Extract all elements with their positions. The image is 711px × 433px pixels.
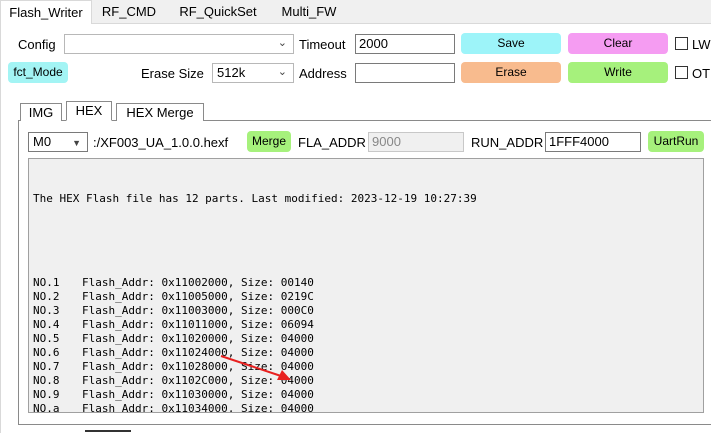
tab-flash-writer[interactable]: Flash_Writer	[0, 0, 92, 25]
erase-size-select[interactable]: 512k ⌄	[212, 63, 294, 83]
part-size: 000C0	[280, 304, 314, 317]
log-part-list: NO.1 Flash_Addr: 0x11002000, Size: 00140 N…	[33, 276, 699, 413]
tab-hex-merge[interactable]: HEX Merge	[116, 103, 204, 121]
log-part-row: NO.6 Flash_Addr: 0x11024000, Size: 04000	[33, 346, 314, 359]
status-bar-indicator	[85, 430, 131, 432]
part-number: NO.6	[33, 346, 60, 359]
otp-checkbox[interactable]	[675, 66, 688, 79]
part-size: 04000	[280, 388, 314, 401]
timeout-input[interactable]: 2000	[355, 34, 455, 54]
write-button[interactable]: Write	[568, 62, 668, 83]
part-size: 04000	[280, 402, 314, 413]
fla-addr-input[interactable]: 9000	[368, 132, 464, 152]
top-tab-bar: Flash_Writer RF_CMD RF_QuickSet Multi_FW	[0, 0, 711, 25]
erase-size-value: 512k	[217, 65, 246, 80]
log-part-row: NO.1 Flash_Addr: 0x11002000, Size: 00140	[33, 276, 314, 289]
log-part-row: NO.7Flash_Addr: 0x11028000, Size: 04000	[33, 360, 314, 373]
part-address: 0x11034000	[161, 402, 228, 413]
part-number: NO.8	[33, 374, 60, 387]
part-number: NO.a	[33, 402, 60, 413]
part-size: 0219C	[280, 290, 314, 303]
otp-label: OTP	[692, 66, 711, 81]
fla-addr-label: FLA_ADDR	[298, 135, 366, 150]
merge-button[interactable]: Merge	[247, 131, 291, 152]
log-part-row: NO.a Flash_Addr: 0x11034000, Size: 04000	[33, 402, 699, 413]
log-part-row: NO.3 Flash_Addr: 0x11003000, Size: 000C0	[33, 304, 314, 317]
part-number: NO.1	[33, 276, 60, 289]
part-size: 04000	[280, 332, 314, 345]
log-part-row: NO.2 Flash_Addr: 0x11005000, Size: 0219C	[33, 290, 314, 303]
part-address: 0x11005000	[161, 290, 228, 303]
log-part-row: NO.5 Flash_Addr: 0x11020000, Size: 04000	[33, 332, 314, 345]
erase-button[interactable]: Erase	[461, 62, 561, 83]
tab-rf-cmd[interactable]: RF_CMD	[93, 0, 165, 24]
tab-hex[interactable]: HEX	[66, 101, 112, 121]
log-part-row: NO.9 Flash_Addr: 0x11030000, Size: 04000	[33, 388, 314, 401]
fct-mode-button[interactable]: fct_Mode	[8, 62, 68, 83]
part-number: NO.9	[33, 388, 60, 401]
part-number: NO.2	[33, 290, 60, 303]
erase-size-label: Erase Size	[141, 66, 204, 81]
part-number: NO.5	[33, 332, 60, 345]
save-button[interactable]: Save	[461, 33, 561, 54]
address-input[interactable]	[355, 63, 455, 83]
timeout-label: Timeout	[299, 37, 346, 52]
slot-value: M0	[33, 134, 52, 149]
log-part-row: NO.8 Flash_Addr: 0x1102C000, Size: 04000	[33, 374, 314, 387]
annotation-arrow-icon	[220, 355, 291, 380]
part-number: NO.3	[33, 304, 60, 317]
part-address: 0x11030000	[161, 388, 228, 401]
part-address: 0x11003000	[161, 304, 228, 317]
part-number: NO.7	[33, 360, 60, 373]
uartrun-button[interactable]: UartRun	[648, 131, 704, 152]
run-addr-input[interactable]: 1FFF4000	[545, 132, 641, 152]
dropdown-arrow-icon: ▼	[72, 138, 81, 148]
lw-checkbox[interactable]	[675, 37, 688, 50]
part-number: NO.4	[33, 318, 60, 331]
log-part-row: NO.4 Flash_Addr: 0x11011000, Size: 06094	[33, 318, 314, 331]
hex-log-output[interactable]: The HEX Flash file has 12 parts. Last mo…	[28, 158, 704, 413]
run-addr-label: RUN_ADDR	[471, 135, 544, 150]
config-select[interactable]: ⌄	[64, 34, 294, 54]
chevron-down-icon: ⌄	[277, 66, 287, 78]
part-address: 0x11020000	[161, 332, 228, 345]
part-size: 06094	[280, 318, 314, 331]
tab-rf-quickset[interactable]: RF_QuickSet	[168, 0, 268, 24]
lw-label: LW	[692, 37, 711, 52]
part-address: 0x11011000	[161, 318, 228, 331]
chevron-down-icon: ⌄	[277, 37, 287, 49]
address-label: Address	[299, 66, 347, 81]
part-address: 0x11002000	[161, 276, 228, 289]
clear-button[interactable]: Clear	[568, 33, 668, 54]
hex-file-path[interactable]: :/XF003_UA_1.0.0.hexf	[93, 135, 228, 150]
tab-img[interactable]: IMG	[20, 103, 62, 121]
slot-select[interactable]: M0 ▼	[28, 132, 88, 152]
log-header: The HEX Flash file has 12 parts. Last mo…	[33, 192, 477, 205]
part-size: 00140	[280, 276, 314, 289]
config-label: Config	[18, 37, 56, 52]
tab-multi-fw[interactable]: Multi_FW	[270, 0, 348, 24]
